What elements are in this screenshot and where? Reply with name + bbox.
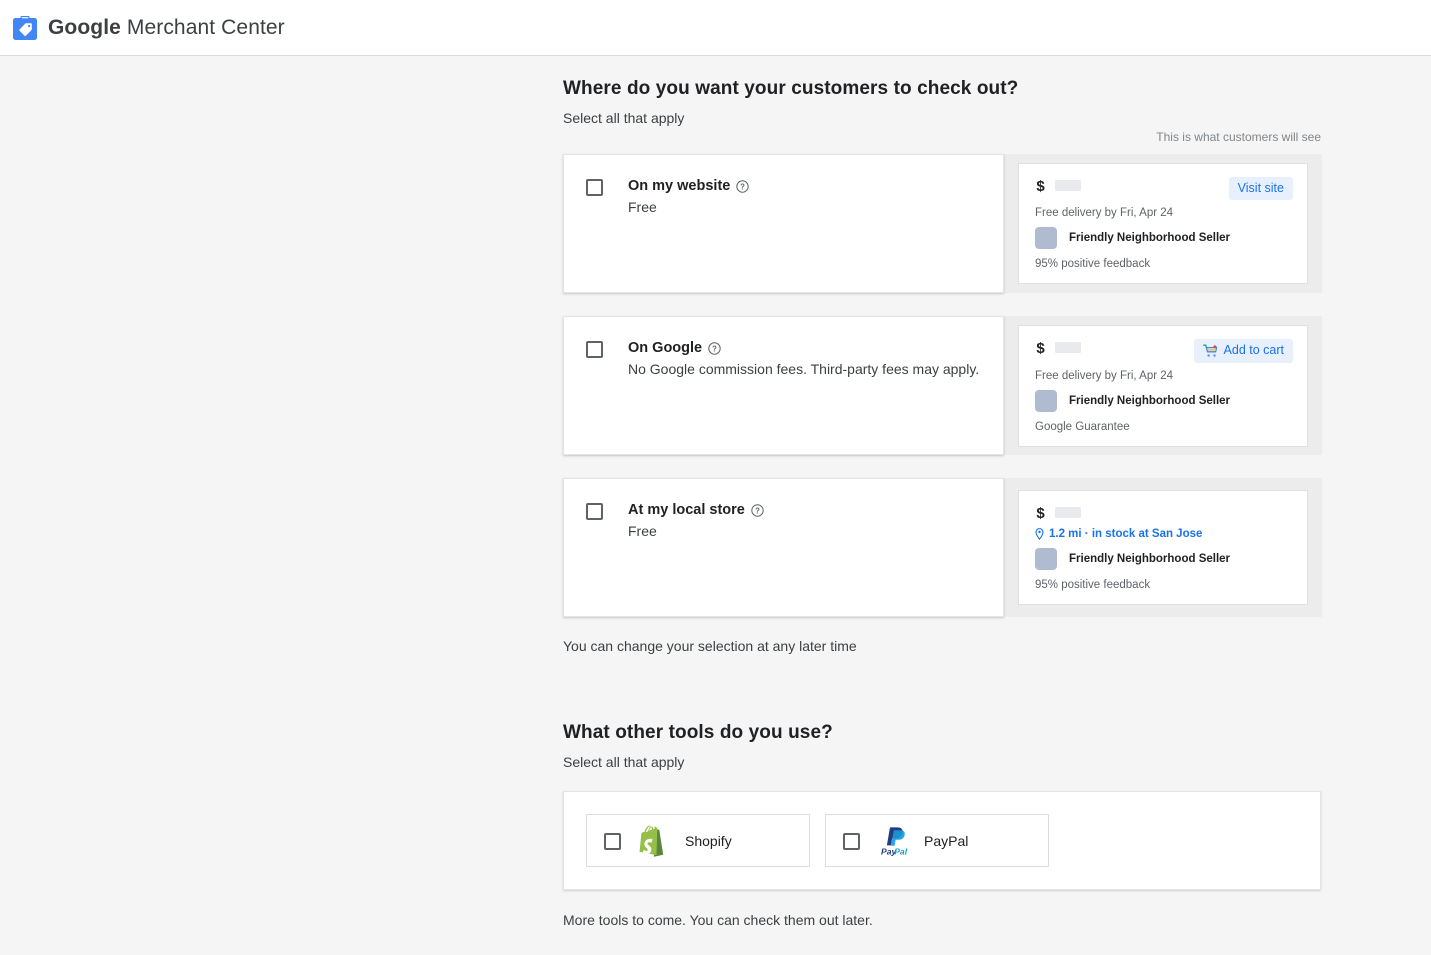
- customer-preview-panel-website: $ Visit site Free delivery by Fri, Apr 2…: [1004, 154, 1322, 293]
- shopping-cart-icon: [1202, 344, 1218, 358]
- app-header: Google Merchant Center: [0, 0, 1431, 56]
- option-description: Free: [628, 523, 657, 539]
- visit-site-button[interactable]: Visit site: [1228, 177, 1293, 200]
- svg-text:$: $: [1036, 340, 1045, 356]
- shopify-logo-icon: [638, 825, 668, 857]
- preview-price: $: [1035, 339, 1081, 357]
- checkout-option-card-google[interactable]: On Google ? No Google commission fees. T…: [563, 316, 1004, 455]
- checkout-option-row: At my local store ? Free $ 1.2 mi · in s…: [563, 478, 1330, 617]
- price-placeholder: [1055, 507, 1081, 518]
- svg-text:$: $: [1036, 178, 1045, 194]
- tools-section: What other tools do you use? Select all …: [563, 722, 1321, 770]
- option-label: On Google: [628, 340, 703, 356]
- option-description: Free: [628, 199, 657, 215]
- checkout-option-row: On my website ? Free $ Visit site Free d…: [563, 154, 1330, 293]
- tools-section-title: What other tools do you use?: [563, 722, 833, 743]
- preview-footer-text: 95% positive feedback: [1035, 257, 1151, 270]
- price-placeholder: [1055, 341, 1081, 353]
- seller-avatar: [1035, 389, 1057, 412]
- checkbox-on-google[interactable]: [586, 341, 603, 358]
- checkbox-on-my-website[interactable]: [586, 179, 603, 196]
- svg-text:?: ?: [740, 182, 745, 191]
- help-circle-icon[interactable]: ?: [751, 503, 764, 517]
- svg-text:?: ?: [755, 506, 760, 515]
- page-body: Where do you want your customers to chec…: [0, 57, 1431, 955]
- preview-card: $ Visit site Free delivery by Fri, Apr 2…: [1018, 163, 1308, 284]
- preview-seller-row: Friendly Neighborhood Seller: [1035, 226, 1293, 249]
- seller-avatar: [1035, 226, 1057, 249]
- brand-google: Google: [48, 15, 121, 39]
- help-circle-icon[interactable]: ?: [736, 179, 750, 193]
- option-label: At my local store: [628, 502, 745, 518]
- brand-merchant-center: Merchant Center: [120, 15, 285, 39]
- option-title-row: On Google ?: [628, 339, 979, 357]
- tool-option-shopify[interactable]: Shopify: [586, 814, 810, 867]
- customer-preview-panel-local-store: $ 1.2 mi · in stock at San Jose Friendly…: [1004, 478, 1322, 617]
- preview-seller-row: Friendly Neighborhood Seller: [1035, 389, 1293, 412]
- merchant-tag-icon: [12, 15, 38, 41]
- app-title: Google Merchant Center: [48, 16, 285, 40]
- checkout-option-row: On Google ? No Google commission fees. T…: [563, 316, 1330, 455]
- checkout-section: Where do you want your customers to chec…: [563, 78, 1321, 144]
- tools-more-note: More tools to come. You can check them o…: [563, 912, 873, 928]
- customer-preview-panel-google: $ Add to cart Free delivery by Fri, Apr …: [1004, 316, 1322, 455]
- tools-card: Shopify Pay Pal PayPal: [563, 791, 1321, 890]
- option-description: No Google commission fees. Third-party f…: [628, 361, 980, 377]
- preview-location-text: 1.2 mi · in stock at San Jose: [1049, 528, 1203, 540]
- price-placeholder: [1055, 180, 1081, 192]
- dollar-sign-icon: $: [1035, 177, 1046, 195]
- preview-delivery-text: Free delivery by Fri, Apr 24: [1035, 206, 1174, 219]
- checkbox-at-my-local-store[interactable]: [586, 503, 603, 520]
- seller-name: Friendly Neighborhood Seller: [1069, 553, 1231, 565]
- checkout-section-title: Where do you want your customers to chec…: [563, 78, 1019, 99]
- checkbox-shopify[interactable]: [604, 833, 621, 850]
- location-pin-icon: [1035, 528, 1044, 541]
- tool-option-paypal[interactable]: Pay Pal PayPal: [825, 814, 1049, 867]
- checkout-option-card-local-store[interactable]: At my local store ? Free: [563, 478, 1004, 617]
- preview-seller-row: Friendly Neighborhood Seller: [1035, 548, 1293, 570]
- checkbox-paypal[interactable]: [843, 833, 860, 850]
- preview-footer-text: Google Guarantee: [1035, 420, 1130, 433]
- checkout-section-subtitle: Select all that apply: [563, 110, 685, 126]
- svg-text:Pal: Pal: [894, 846, 908, 856]
- seller-avatar: [1035, 548, 1057, 570]
- seller-name: Friendly Neighborhood Seller: [1069, 231, 1231, 244]
- dollar-sign-icon: $: [1035, 504, 1046, 522]
- option-title-row: At my local store ?: [628, 501, 764, 519]
- preview-price: $: [1035, 177, 1081, 195]
- add-to-cart-label: Add to cart: [1223, 343, 1284, 358]
- preview-footer-text: 95% positive feedback: [1035, 579, 1151, 591]
- help-circle-icon[interactable]: ?: [708, 341, 721, 355]
- tools-section-subtitle: Select all that apply: [563, 754, 685, 770]
- preview-price: $: [1035, 504, 1081, 522]
- preview-card: $ Add to cart Free delivery by Fri, Apr …: [1018, 324, 1308, 447]
- svg-text:?: ?: [712, 344, 717, 353]
- dollar-sign-icon: $: [1035, 339, 1046, 357]
- seller-name: Friendly Neighborhood Seller: [1069, 394, 1231, 407]
- add-to-cart-button[interactable]: Add to cart: [1193, 338, 1293, 363]
- preview-hint: This is what customers will see: [1156, 130, 1321, 144]
- svg-text:$: $: [1036, 505, 1045, 521]
- preview-card: $ 1.2 mi · in stock at San Jose Friendly…: [1018, 490, 1308, 605]
- option-label: On my website: [628, 178, 731, 194]
- preview-location-row: 1.2 mi · in stock at San Jose: [1035, 528, 1293, 541]
- paypal-logo-icon: Pay Pal: [877, 825, 908, 857]
- preview-delivery-text: Free delivery by Fri, Apr 24: [1035, 369, 1174, 382]
- tool-label-shopify: Shopify: [685, 832, 732, 849]
- tool-label-paypal: PayPal: [924, 832, 969, 849]
- checkout-option-card-website[interactable]: On my website ? Free: [563, 154, 1004, 293]
- checkout-change-note: You can change your selection at any lat…: [563, 638, 857, 654]
- option-title-row: On my website ?: [628, 177, 750, 195]
